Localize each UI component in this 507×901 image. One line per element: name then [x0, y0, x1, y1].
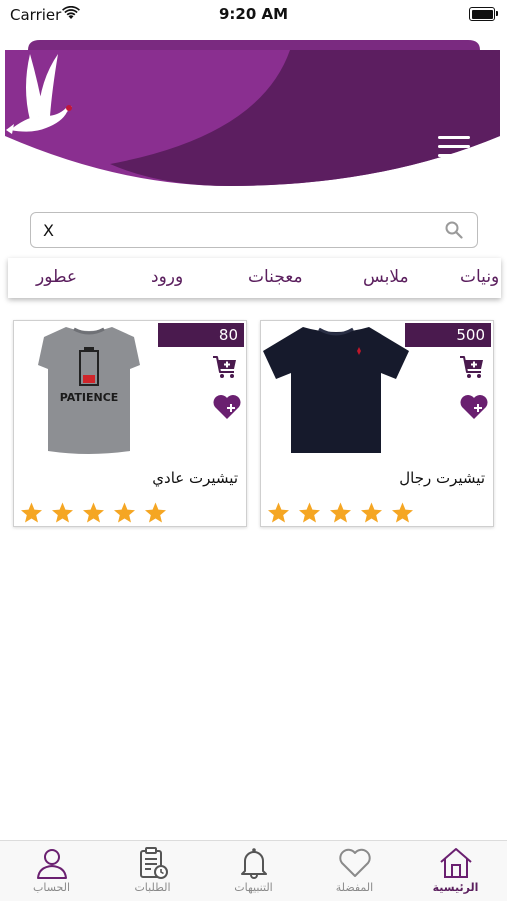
tab-label: المفضلة	[335, 881, 374, 894]
product-name: تيشيرت عادي	[152, 469, 238, 487]
status-bar: Carrier 9:20 AM	[0, 0, 507, 30]
tab-label: الرئيسية	[432, 881, 479, 894]
star-icon	[114, 502, 135, 523]
product-image	[263, 327, 409, 453]
product-card[interactable]: 500 تيشيرت رجال	[260, 320, 494, 527]
bell-icon	[240, 848, 267, 879]
add-to-favorites-icon[interactable]	[212, 393, 242, 421]
category-item[interactable]: معجنات	[248, 267, 303, 287]
product-name: تيشيرت رجال	[399, 469, 485, 487]
price-badge: 80	[158, 323, 244, 347]
category-item[interactable]: ملابس	[363, 267, 409, 287]
star-icon	[392, 502, 413, 523]
tab-home[interactable]: الرئيسية	[405, 841, 506, 901]
add-to-cart-icon[interactable]	[212, 354, 238, 380]
search-input[interactable]	[41, 213, 425, 247]
battery-icon	[469, 7, 498, 21]
rating-stars	[16, 501, 171, 525]
star-icon	[83, 502, 104, 523]
star-icon	[330, 502, 351, 523]
menu-button[interactable]	[438, 136, 470, 160]
dove-logo-icon	[6, 54, 72, 134]
status-time: 9:20 AM	[218, 5, 289, 23]
add-to-favorites-icon[interactable]	[459, 393, 489, 421]
star-icon	[52, 502, 73, 523]
tshirt-print-text: PATIENCE	[60, 391, 119, 404]
category-strip: ونيات ملابس معجنات ورود عطور	[8, 258, 501, 298]
tab-orders[interactable]: الطلبات	[102, 841, 203, 901]
tab-label: الحساب	[32, 881, 71, 894]
tab-label: التنبيهات	[234, 881, 273, 894]
bottom-tab-bar: الرئيسية المفضلة التنبيهات الطلبات الحسا…	[0, 840, 507, 901]
orders-clipboard-icon	[139, 847, 168, 879]
category-item[interactable]: ونيات	[460, 267, 499, 287]
search-bar	[30, 212, 478, 248]
app-header	[0, 36, 507, 208]
product-card[interactable]: PATIENCE 80 تيشيرت عادي	[13, 320, 247, 527]
search-icon[interactable]	[445, 221, 463, 239]
category-item[interactable]: ورود	[151, 267, 183, 287]
tab-notifications[interactable]: التنبيهات	[203, 841, 304, 901]
star-icon	[268, 502, 289, 523]
heart-icon	[338, 848, 371, 877]
star-icon	[361, 502, 382, 523]
star-icon	[299, 502, 320, 523]
tab-label: الطلبات	[134, 881, 171, 894]
rating-stars	[263, 501, 418, 525]
category-item[interactable]: عطور	[36, 267, 77, 287]
star-icon	[21, 502, 42, 523]
product-image: PATIENCE	[38, 327, 140, 454]
tab-account[interactable]: الحساب	[1, 841, 102, 901]
tab-favorites[interactable]: المفضلة	[304, 841, 405, 901]
price-badge: 500	[405, 323, 491, 347]
user-icon	[36, 849, 67, 879]
home-icon	[439, 848, 472, 878]
star-icon	[145, 502, 166, 523]
add-to-cart-icon[interactable]	[459, 354, 485, 380]
